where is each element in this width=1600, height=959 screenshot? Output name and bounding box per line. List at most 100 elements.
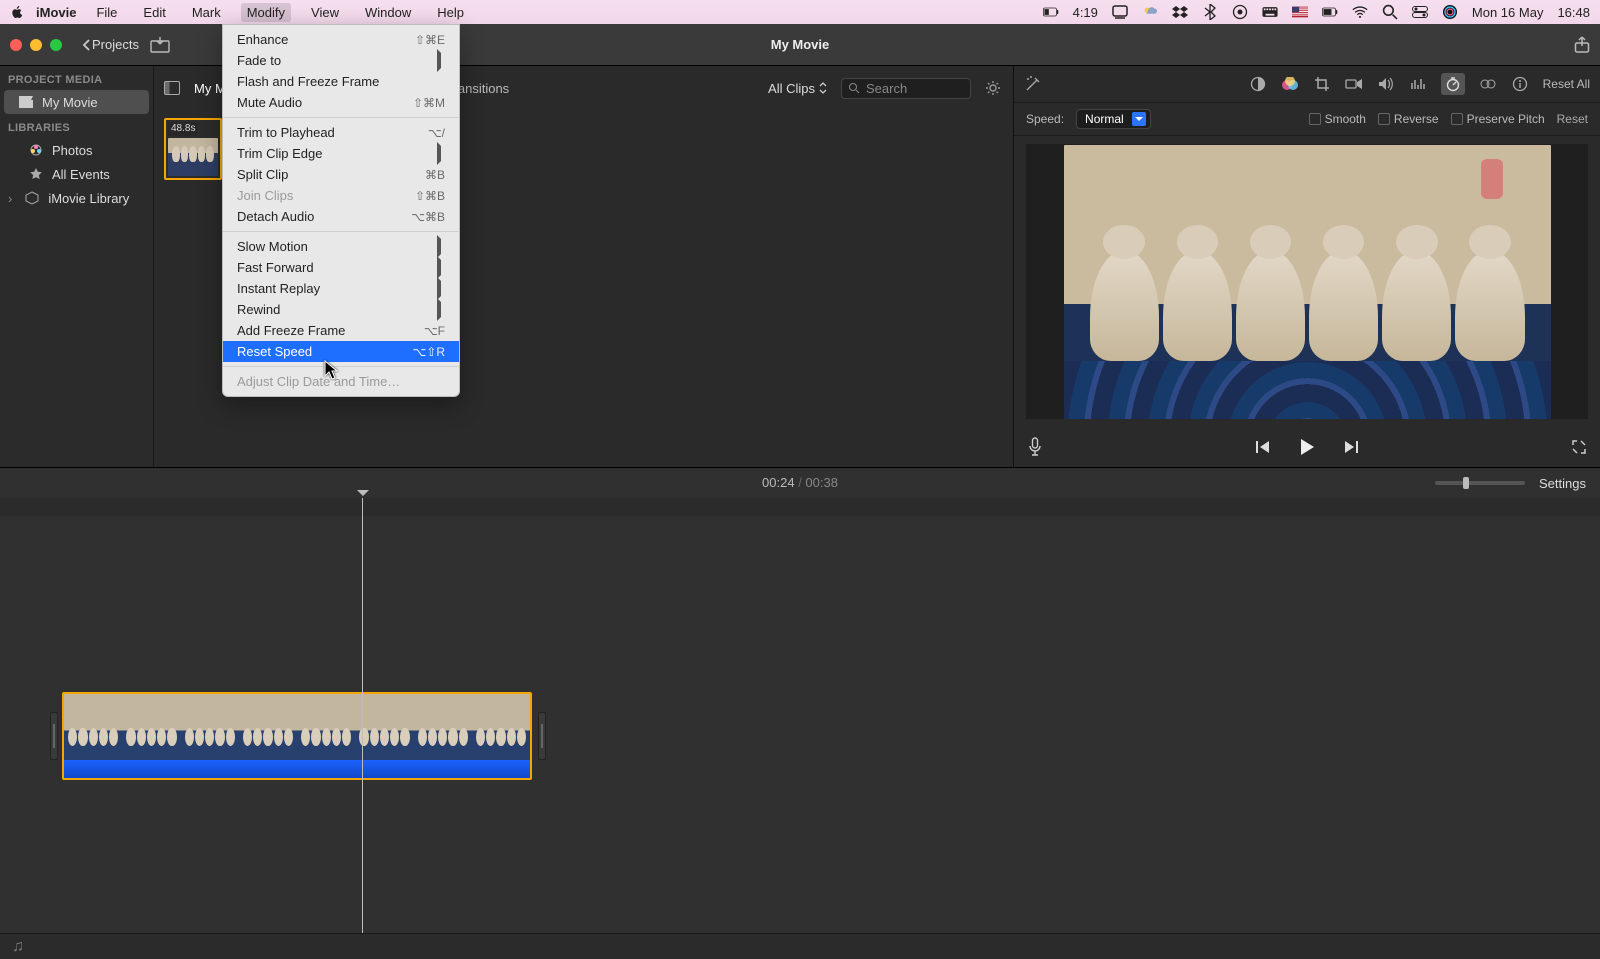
speed-select[interactable]: Normal — [1076, 109, 1151, 129]
project-title: My Movie — [771, 37, 830, 52]
menubar-control-center-icon[interactable] — [1412, 4, 1428, 20]
prev-frame-button[interactable] — [1253, 437, 1273, 457]
menu-item-flash-and-freeze-frame[interactable]: Flash and Freeze Frame — [223, 71, 459, 92]
voiceover-button[interactable] — [1028, 437, 1052, 457]
menu-item-fast-forward[interactable]: Fast Forward — [223, 257, 459, 278]
clips-filter-dropdown[interactable]: All Clips — [768, 81, 827, 96]
menu-item-instant-replay[interactable]: Instant Replay — [223, 278, 459, 299]
smooth-checkbox[interactable]: Smooth — [1309, 112, 1366, 126]
menubar-record-icon[interactable] — [1232, 4, 1248, 20]
menubar-siri-icon[interactable] — [1442, 4, 1458, 20]
menu-item-slow-motion[interactable]: Slow Motion — [223, 236, 459, 257]
speed-adjust-row: Speed: Normal Smooth Reverse Preserve Pi… — [1014, 102, 1600, 136]
next-frame-button[interactable] — [1341, 437, 1361, 457]
reset-all-button[interactable]: Reset All — [1543, 77, 1590, 91]
reverse-checkbox[interactable]: Reverse — [1378, 112, 1439, 126]
submenu-arrow-icon — [431, 281, 445, 296]
fullscreen-button[interactable] — [1562, 440, 1586, 454]
timeline-playhead[interactable] — [362, 498, 363, 933]
menu-item-mute-audio[interactable]: Mute Audio⇧⌘M — [223, 92, 459, 113]
sidebar-item-library[interactable]: iMovie Library — [4, 186, 153, 210]
menu-item-detach-audio[interactable]: Detach Audio⌥⌘B — [223, 206, 459, 227]
menu-item-rewind[interactable]: Rewind — [223, 299, 459, 320]
media-clip[interactable]: 48.8s — [164, 118, 222, 180]
clip-trim-handle-right[interactable] — [538, 712, 546, 760]
clip-trim-handle-left[interactable] — [50, 712, 58, 760]
menu-item-split-clip[interactable]: Split Clip⌘B — [223, 164, 459, 185]
menu-item-label: Trim to Playhead — [237, 125, 428, 140]
menu-item-fade-to[interactable]: Fade to — [223, 50, 459, 71]
menubar-weather-icon[interactable] — [1142, 4, 1158, 20]
info-button[interactable] — [1511, 75, 1529, 93]
crop-button[interactable] — [1313, 75, 1331, 93]
clip-audio-track[interactable] — [64, 760, 530, 778]
search-input[interactable]: Search — [841, 78, 971, 99]
apple-logo-icon — [10, 5, 24, 19]
import-media-button[interactable] — [145, 37, 175, 53]
menubar-app-name: iMovie — [36, 5, 76, 20]
menu-item-adjust-clip-date-and-time: Adjust Clip Date and Time… — [223, 371, 459, 392]
toggle-sidebar-button[interactable] — [164, 81, 180, 95]
menubar-wifi-icon[interactable] — [1352, 4, 1368, 20]
sidebar-item-all-events[interactable]: All Events — [4, 162, 153, 186]
window-close-button[interactable] — [10, 39, 22, 51]
menu-item-reset-speed[interactable]: Reset Speed⌥⇧R — [223, 341, 459, 362]
window-zoom-button[interactable] — [50, 39, 62, 51]
speed-button[interactable] — [1441, 73, 1465, 95]
menubar-dropbox-icon[interactable] — [1172, 4, 1188, 20]
menubar-item-window[interactable]: Window — [359, 3, 417, 22]
sidebar-item-photos[interactable]: Photos — [4, 138, 153, 162]
timeline-clip[interactable] — [62, 692, 532, 780]
enhance-wand-button[interactable] — [1024, 75, 1048, 93]
menubar-item-help[interactable]: Help — [431, 3, 470, 22]
menubar-date[interactable]: Mon 16 May — [1472, 5, 1544, 20]
window-minimize-button[interactable] — [30, 39, 42, 51]
menu-item-enhance[interactable]: Enhance⇧⌘E — [223, 29, 459, 50]
stabilization-button[interactable] — [1345, 75, 1363, 93]
share-button[interactable] — [1574, 36, 1590, 54]
menubar-bluetooth-icon[interactable] — [1202, 4, 1218, 20]
menubar-status-area: 4:19 Mon 16 May 16:48 — [1043, 4, 1590, 20]
color-balance-button[interactable] — [1249, 75, 1267, 93]
menubar-item-edit[interactable]: Edit — [137, 3, 171, 22]
menubar-battery-icon[interactable] — [1043, 4, 1059, 20]
timeline-settings-button[interactable]: Settings — [1539, 476, 1586, 491]
menubar-battery2-icon[interactable] — [1322, 4, 1338, 20]
menu-shortcut: ⇧⌘M — [413, 96, 445, 110]
menu-item-add-freeze-frame[interactable]: Add Freeze Frame⌥F — [223, 320, 459, 341]
noise-reduction-button[interactable] — [1409, 75, 1427, 93]
volume-button[interactable] — [1377, 75, 1395, 93]
background-audio-lane[interactable]: ♫ — [0, 933, 1600, 959]
timecode-display: 00:24 / 00:38 — [762, 475, 838, 491]
menu-item-label: Rewind — [237, 302, 431, 317]
search-icon — [848, 82, 860, 94]
menubar-flag-icon[interactable] — [1292, 4, 1308, 20]
menubar-keyboard-icon[interactable] — [1262, 4, 1278, 20]
menubar-battery-time: 4:19 — [1073, 5, 1098, 20]
timeline-zoom-slider[interactable] — [1435, 481, 1525, 485]
preview-viewport — [1064, 145, 1551, 419]
menu-item-label: Add Freeze Frame — [237, 323, 424, 338]
submenu-arrow-icon — [431, 146, 445, 161]
play-button[interactable] — [1297, 437, 1317, 457]
projects-back-button[interactable]: Projects — [76, 34, 145, 55]
menubar-item-modify[interactable]: Modify — [241, 3, 291, 22]
sidebar-item-project[interactable]: My Movie — [4, 90, 149, 114]
timeline-ruler[interactable] — [0, 498, 1600, 516]
menubar-item-mark[interactable]: Mark — [186, 3, 227, 22]
browser-settings-button[interactable] — [985, 80, 1003, 96]
menubar-time[interactable]: 16:48 — [1557, 5, 1590, 20]
menu-item-trim-clip-edge[interactable]: Trim Clip Edge — [223, 143, 459, 164]
menubar-item-view[interactable]: View — [305, 3, 345, 22]
color-correction-button[interactable] — [1281, 75, 1299, 93]
menubar-item-file[interactable]: File — [90, 3, 123, 22]
preserve-pitch-checkbox[interactable]: Preserve Pitch — [1451, 112, 1545, 126]
menu-item-label: Slow Motion — [237, 239, 431, 254]
menubar-search-icon[interactable] — [1382, 4, 1398, 20]
clip-filter-button[interactable] — [1479, 75, 1497, 93]
menu-item-trim-to-playhead[interactable]: Trim to Playhead⌥/ — [223, 122, 459, 143]
timeline-body[interactable] — [0, 516, 1600, 933]
speed-reset-button[interactable]: Reset — [1557, 112, 1588, 126]
menu-item-label: Enhance — [237, 32, 415, 47]
menubar-mirror-icon[interactable] — [1112, 4, 1128, 20]
